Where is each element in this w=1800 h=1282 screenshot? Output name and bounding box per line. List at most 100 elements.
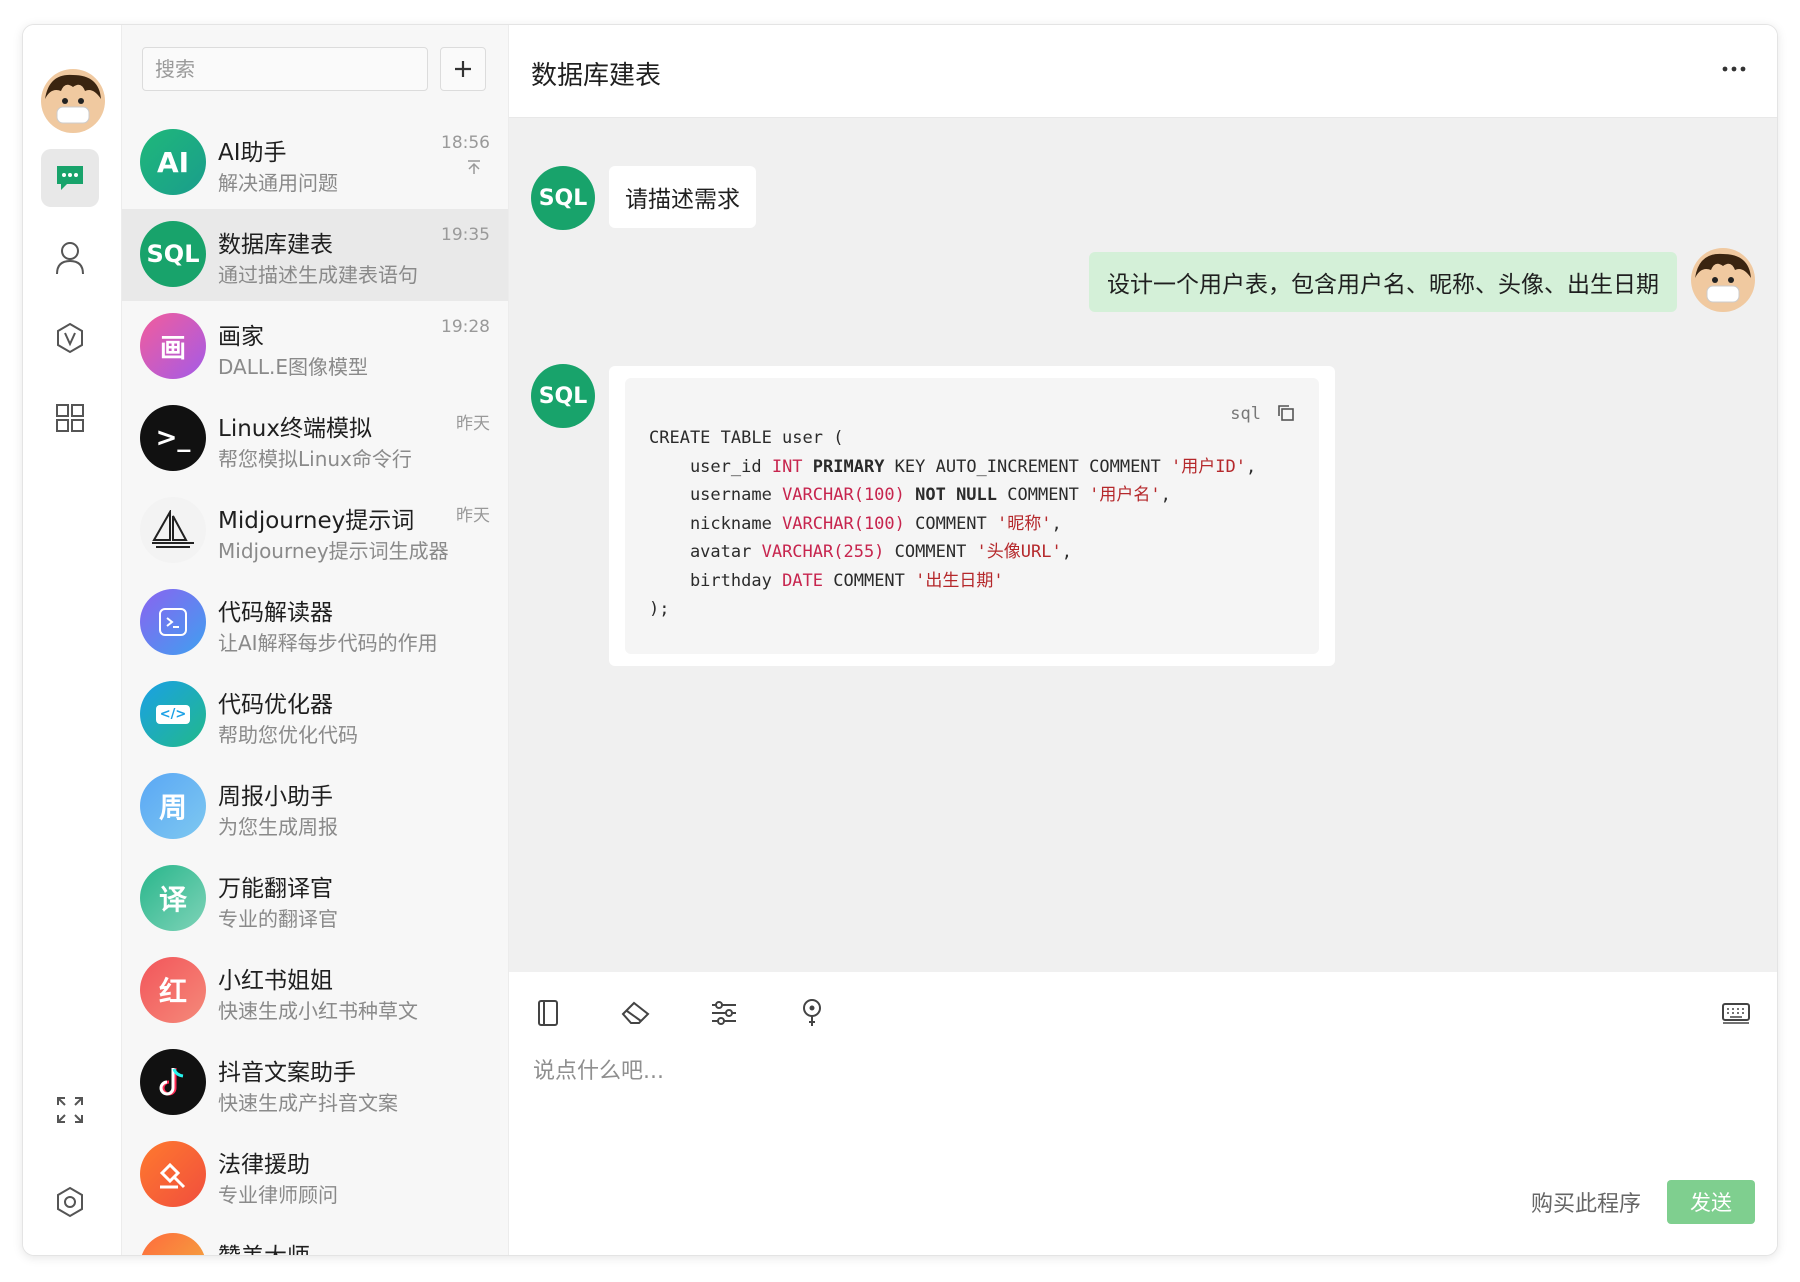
pin-top-icon	[468, 160, 480, 174]
rail-apps-button[interactable]	[41, 389, 99, 447]
more-icon[interactable]	[1719, 57, 1749, 81]
session-item[interactable]: 周 周报小助手 为您生成周报	[122, 761, 508, 853]
session-panel: AI AI助手 解决通用问题 18:56 SQL 数据库建表 通过描述生成建表语…	[122, 25, 509, 1255]
avatar-text: SQL	[538, 383, 588, 409]
session-name: 数据库建表	[218, 232, 333, 258]
notebook-icon	[538, 1000, 558, 1026]
session-name: AI助手	[218, 140, 287, 166]
avatar-text: 译	[158, 883, 187, 916]
session-item[interactable]: </> 代码优化器 帮助您优化代码	[122, 669, 508, 761]
session-item[interactable]: 赞美大师	[122, 1221, 508, 1255]
user-message: 设计一个用户表，包含用户名、昵称、头像、出生日期	[1089, 252, 1677, 312]
session-desc: 快速生成小红书种草文	[218, 999, 418, 1023]
code-token: INT	[771, 456, 803, 477]
keyboard-button[interactable]	[1719, 996, 1753, 1030]
session-time: 18:56	[441, 133, 490, 153]
session-item[interactable]: 画 画家 DALL.E图像模型 19:28	[122, 301, 508, 393]
settings-icon	[57, 1186, 83, 1218]
code-text: CREATE TABLE user ( user_id INT PRIMARY …	[649, 424, 1256, 624]
bot-message: 请描述需求	[609, 166, 756, 228]
avatar-text: SQL	[538, 185, 588, 211]
session-avatar: >_	[140, 405, 206, 471]
code-token: user_id	[649, 456, 772, 477]
code-token: NOT NULL	[904, 485, 998, 505]
contacts-icon	[56, 242, 84, 275]
session-time: 19:28	[441, 317, 490, 337]
add-session-button[interactable]	[440, 47, 486, 91]
user-avatar	[1691, 248, 1755, 312]
session-name: 周报小助手	[218, 784, 333, 810]
session-desc: 快速生成产抖音文案	[218, 1091, 398, 1115]
code-line: CREATE TABLE user (	[649, 428, 844, 448]
code-token: ,	[1061, 542, 1072, 562]
eraser-button[interactable]	[619, 996, 653, 1030]
message-list: SQL 请描述需求 设计一个用户表，包含用户名、昵称、头像、出生日期 SQL s…	[509, 118, 1777, 972]
rail-vip-button[interactable]	[41, 309, 99, 367]
session-desc: 专业律师顾问	[218, 1183, 338, 1207]
code-token: COMMENT	[823, 570, 916, 591]
session-time: 昨天	[456, 414, 490, 434]
session-name: 小红书姐姐	[218, 968, 333, 994]
plus-icon	[455, 61, 471, 77]
rail-fullscreen-button[interactable]	[41, 1081, 99, 1139]
code-token: '用户名'	[1089, 485, 1161, 505]
chat-main: 数据库建表 SQL 请描述需求 设计一个用户表，包含用户名、昵称、头像、出生日期	[509, 25, 1777, 1255]
send-button[interactable]: 发送	[1667, 1180, 1755, 1224]
session-list: AI AI助手 解决通用问题 18:56 SQL 数据库建表 通过描述生成建表语…	[122, 117, 508, 1255]
sliders-button[interactable]	[707, 996, 741, 1030]
code-token: ,	[1245, 456, 1257, 477]
session-item[interactable]: 法律援助 专业律师顾问	[122, 1129, 508, 1221]
vip-icon	[57, 322, 83, 354]
search-input[interactable]	[142, 47, 428, 91]
sailboat-icon	[152, 510, 194, 548]
copy-icon[interactable]	[1277, 404, 1295, 422]
code-token: username	[649, 485, 783, 505]
session-desc: 帮您模拟Linux命令行	[218, 447, 412, 471]
avatar-text: SQL	[146, 240, 200, 268]
code-token: avatar	[649, 542, 762, 562]
session-item[interactable]: Midjourney提示词 Midjourney提示词生成器 昨天	[122, 485, 508, 577]
session-avatar	[140, 1233, 206, 1255]
session-item[interactable]: 译 万能翻译官 专业的翻译官	[122, 853, 508, 945]
session-item[interactable]: 红 小红书姐姐 快速生成小红书种草文	[122, 945, 508, 1037]
user-avatar[interactable]	[41, 69, 105, 133]
session-item[interactable]: 抖音文案助手 快速生成产抖音文案	[122, 1037, 508, 1129]
code-token: COMMENT	[997, 485, 1090, 505]
eraser-icon	[621, 1001, 650, 1024]
session-item[interactable]: 代码解读器 让AI解释每步代码的作用	[122, 577, 508, 669]
session-avatar	[140, 1141, 206, 1207]
code-lang-label: sql	[1230, 404, 1261, 424]
session-item[interactable]: SQL 数据库建表 通过描述生成建表语句 19:35	[122, 209, 508, 301]
buy-program-link[interactable]: 购买此程序	[1531, 1186, 1641, 1218]
session-desc: 专业的翻译官	[218, 907, 338, 931]
rail-settings-button[interactable]	[41, 1173, 99, 1231]
code-block: sql CREATE TABLE user ( user_id INT PRIM…	[625, 378, 1319, 654]
session-item[interactable]: AI AI助手 解决通用问题 18:56	[122, 117, 508, 209]
code-token: '头像URL'	[976, 542, 1062, 562]
session-avatar	[140, 1049, 206, 1115]
code-token: ,	[1051, 513, 1062, 534]
session-name: 法律援助	[218, 1152, 310, 1178]
code-token: '用户ID'	[1171, 456, 1246, 477]
notebook-button[interactable]	[531, 996, 565, 1030]
chat-header: 数据库建表	[509, 25, 1777, 118]
rail-contacts-button[interactable]	[41, 229, 99, 287]
pin-button[interactable]	[795, 996, 829, 1030]
avatar-text: >_	[155, 423, 191, 453]
rail-chat-button[interactable]	[41, 149, 99, 207]
session-name: 画家	[218, 324, 264, 350]
session-desc: 解决通用问题	[218, 171, 338, 195]
code-token: '出生日期'	[915, 570, 1004, 591]
session-avatar: 红	[140, 957, 206, 1023]
session-avatar: 周	[140, 773, 206, 839]
session-avatar: 画	[140, 313, 206, 379]
message-input[interactable]	[531, 1050, 1715, 1092]
code-token: DATE	[782, 570, 824, 591]
session-name: Linux终端模拟	[218, 416, 372, 442]
chat-title: 数据库建表	[531, 61, 662, 91]
avatar-text: </>	[155, 704, 191, 724]
avatar-text: 画	[159, 333, 186, 364]
avatar-text: 周	[158, 791, 187, 824]
left-rail	[23, 25, 122, 1255]
session-item[interactable]: >_ Linux终端模拟 帮您模拟Linux命令行 昨天	[122, 393, 508, 485]
